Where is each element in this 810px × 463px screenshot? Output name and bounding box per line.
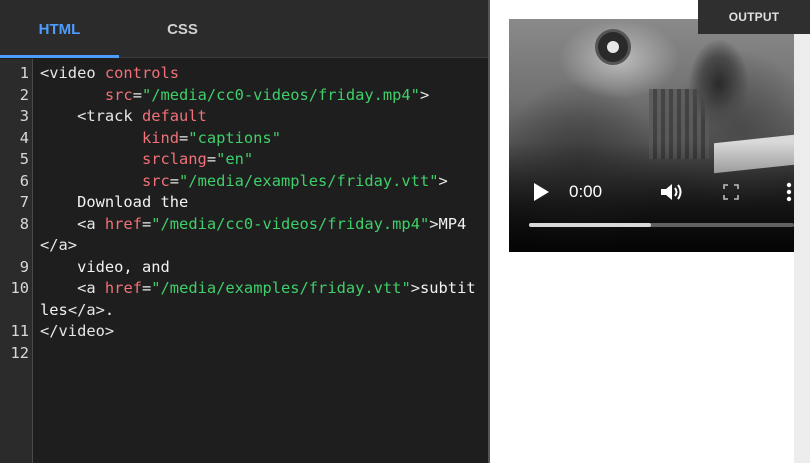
video-player[interactable]: 0:00 (509, 19, 794, 252)
code-line[interactable]: 6 src="/media/examples/friday.vtt"> (0, 171, 488, 193)
code-token: > (419, 85, 430, 104)
line-number: 2 (19, 85, 29, 104)
controls-overlay (509, 142, 794, 252)
code-token: src (104, 85, 133, 104)
code-token: "captions" (188, 128, 281, 147)
more-options-icon[interactable] (785, 181, 793, 203)
code-token: <a (77, 279, 96, 297)
current-time: 0:00 (569, 182, 603, 201)
volume-icon[interactable] (659, 181, 685, 203)
code-token: "/media/examples/friday.vtt" (179, 171, 439, 190)
video-frame-clock (595, 29, 631, 65)
code-token: </a> (67, 300, 105, 319)
code-token: > (438, 171, 448, 190)
code-token: "/media/examples/friday.vtt" (151, 279, 411, 297)
code-token: "en" (216, 150, 254, 168)
code-token: MP4 (438, 214, 467, 233)
line-number: 7 (19, 193, 29, 211)
code-token: <track (77, 107, 142, 125)
code-editor[interactable]: HTML CSS 1 <video controls 2 src="/media/c… (0, 0, 488, 463)
progress-fill (529, 223, 651, 227)
line-number: 6 (19, 171, 29, 190)
code-line[interactable]: 10 <a href="/media/examples/friday.vtt">… (0, 278, 488, 321)
code-line[interactable]: 12 (0, 343, 488, 365)
code-token: <video (40, 64, 105, 82)
progress-bar[interactable] (529, 223, 794, 227)
code-token: = (169, 171, 180, 190)
play-icon[interactable] (531, 181, 551, 203)
code-token: </a> (40, 236, 78, 254)
code-line[interactable]: 9 video, and (0, 257, 488, 279)
line-number: 3 (19, 107, 29, 125)
code-token: href (104, 214, 142, 233)
line-number: 9 (19, 257, 29, 276)
code-line[interactable]: 1 <video controls (0, 63, 488, 85)
output-scrollbar[interactable] (794, 34, 810, 463)
editor-tab-bar: HTML CSS (0, 0, 488, 58)
fullscreen-icon[interactable] (723, 184, 739, 200)
code-line[interactable]: 2 src="/media/cc0-videos/friday.mp4"> (0, 85, 488, 107)
code-token: Download the (40, 193, 189, 211)
code-token: <a (77, 214, 105, 233)
code-token: default (141, 107, 207, 125)
code-token: "/media/cc0-videos/friday.mp4" (151, 214, 430, 233)
code-token: kind (141, 128, 180, 147)
line-number: 1 (19, 64, 29, 82)
code-token: = (206, 150, 217, 168)
code-token: = (141, 279, 152, 297)
code-token: href (104, 279, 142, 297)
tab-html[interactable]: HTML (0, 0, 119, 58)
output-pane: 0:00 OUTPUT (490, 0, 810, 463)
code-token: "/media/cc0-videos/friday.mp4" (141, 85, 420, 104)
code-line[interactable]: 4 kind="captions" (0, 128, 488, 150)
code-token: . (104, 300, 115, 319)
code-token: src (141, 171, 170, 190)
code-area[interactable]: 1 <video controls 2 src="/media/cc0-videos… (0, 63, 488, 463)
code-token: controls (104, 64, 180, 82)
code-line[interactable]: 5 srclang="en" (0, 149, 488, 171)
code-token: srclang (141, 150, 207, 168)
line-number: 5 (19, 150, 29, 168)
code-token: = (141, 214, 152, 233)
code-token: > (410, 279, 420, 297)
tab-css[interactable]: CSS (123, 0, 242, 58)
line-number: 4 (19, 128, 29, 147)
code-line[interactable]: 11 </video> (0, 321, 488, 343)
code-token: = (179, 128, 189, 147)
code-token: > (429, 214, 439, 233)
code-line[interactable]: 7 Download the (0, 192, 488, 214)
code-token: </video> (40, 322, 115, 340)
code-token: = (132, 85, 142, 104)
line-number: 12 (10, 343, 29, 362)
code-token: video, and (40, 257, 170, 276)
code-line[interactable]: 8 <a href="/media/cc0-videos/friday.mp4"… (0, 214, 488, 257)
line-number: 8 (19, 214, 29, 233)
output-label: OUTPUT (698, 0, 810, 34)
code-line[interactable]: 3 <track default (0, 106, 488, 128)
video-frame-figure (684, 34, 754, 154)
line-number: 11 (10, 322, 29, 340)
line-number: 10 (10, 279, 29, 297)
